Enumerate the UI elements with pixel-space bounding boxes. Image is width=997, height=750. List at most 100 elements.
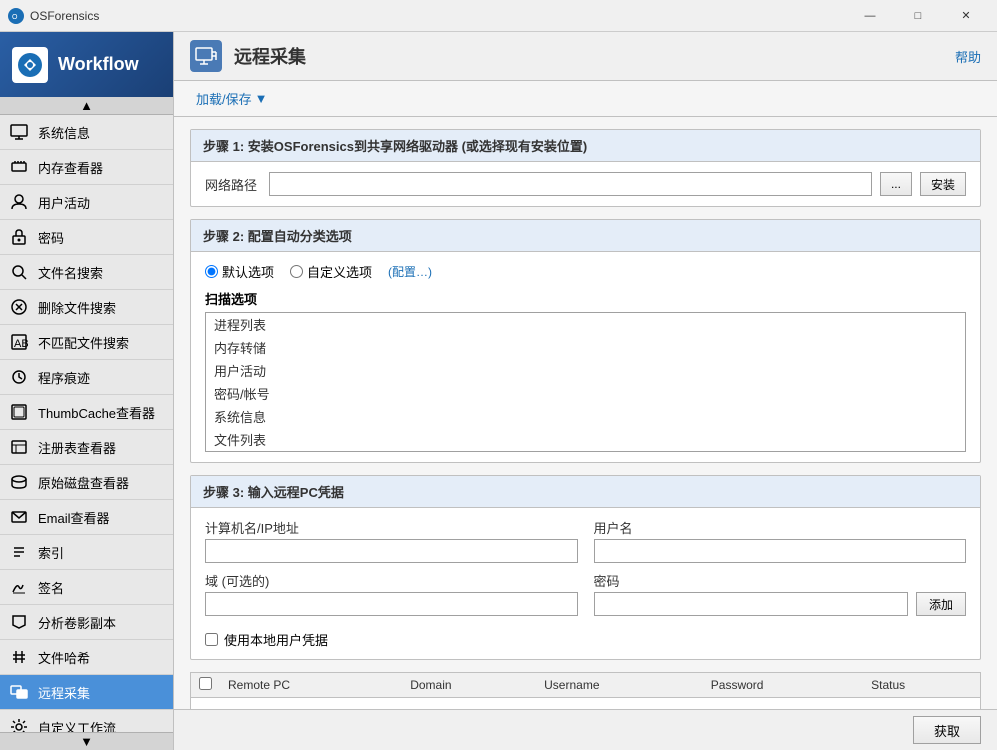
sidebar-item-label-analyze-copy: 分析卷影副本	[38, 613, 116, 632]
browse-button[interactable]: ...	[880, 172, 912, 196]
computer-name-label: 计算机名/IP地址	[205, 518, 578, 537]
sidebar-item-analyze-copy[interactable]: 分析卷影副本	[0, 605, 173, 640]
sidebar-item-label-file-hash: 文件哈希	[38, 648, 90, 667]
help-link[interactable]: 帮助	[955, 47, 981, 66]
network-path-label: 网络路径	[205, 175, 257, 194]
scan-option-item: 用户活动	[206, 359, 965, 382]
remote-icon	[8, 681, 30, 703]
sidebar-item-custom-workflow[interactable]: 自定义工作流	[0, 710, 173, 732]
sidebar-item-system-info[interactable]: 系统信息	[0, 115, 173, 150]
install-button[interactable]: 安装	[920, 172, 966, 196]
col-status: Status	[863, 673, 980, 698]
username-label: 用户名	[594, 518, 967, 537]
custom-radio-input[interactable]	[290, 265, 303, 278]
sidebar-item-label-custom-workflow: 自定义工作流	[38, 718, 116, 733]
sidebar-item-label-registry: 注册表查看器	[38, 438, 116, 457]
sidebar-item-thumbcache[interactable]: ThumbCache查看器	[0, 395, 173, 430]
local-credentials-checkbox-row[interactable]: 使用本地用户凭据	[205, 630, 966, 649]
custom-icon	[8, 716, 30, 732]
app-logo: O	[8, 8, 24, 24]
col-password: Password	[703, 673, 863, 698]
local-credentials-checkbox[interactable]	[205, 633, 218, 646]
config-link[interactable]: (配置…)	[388, 263, 432, 280]
custom-option-label: 自定义选项	[307, 262, 372, 281]
sidebar-header: Workflow	[0, 32, 173, 97]
sidebar-item-registry[interactable]: 注册表查看器	[0, 430, 173, 465]
col-remote-pc: Remote PC	[220, 673, 402, 698]
password-row: 添加	[594, 592, 967, 616]
col-username: Username	[536, 673, 703, 698]
sidebar-nav: 系统信息内存查看器用户活动密码文件名搜索删除文件搜索ABC不匹配文件搜索程序痕迹…	[0, 115, 173, 732]
default-radio-input[interactable]	[205, 265, 218, 278]
col-domain: Domain	[402, 673, 536, 698]
sidebar-item-label-filename-search: 文件名搜索	[38, 263, 103, 282]
sidebar-item-user-activity[interactable]: 用户活动	[0, 185, 173, 220]
sidebar-item-mismatch-files[interactable]: ABC不匹配文件搜索	[0, 325, 173, 360]
default-option-label: 默认选项	[222, 262, 274, 281]
step2-header: 步骤 2: 配置自动分类选项	[191, 220, 980, 252]
scan-options-label: 扫描选项	[205, 289, 966, 308]
step2-content: 默认选项 自定义选项 (配置…) 扫描选项 进程列表内存转储用户活动密码/帐号系…	[191, 252, 980, 462]
sidebar-item-process-trace[interactable]: 程序痕迹	[0, 360, 173, 395]
app-title: OSForensics	[30, 9, 847, 23]
select-all-checkbox[interactable]	[199, 677, 212, 690]
system-icon	[8, 121, 30, 143]
step1-header: 步骤 1: 安装OSForensics到共享网络驱动器 (或选择现有安装位置)	[191, 130, 980, 162]
sidebar-item-remote-acquire[interactable]: 远程采集	[0, 675, 173, 710]
password-label: 密码	[594, 571, 967, 590]
load-save-button[interactable]: 加载/保存 ▼	[190, 87, 274, 110]
password-field: 密码 添加	[594, 571, 967, 616]
scan-option-item: 系统信息	[206, 405, 965, 428]
sidebar-item-label-index: 索引	[38, 543, 64, 562]
add-button[interactable]: 添加	[916, 592, 966, 616]
domain-label: 域 (可选的)	[205, 571, 578, 590]
fetch-button[interactable]: 获取	[913, 716, 981, 744]
sidebar-item-file-hash[interactable]: 文件哈希	[0, 640, 173, 675]
sidebar-item-email[interactable]: Email查看器	[0, 500, 173, 535]
sidebar-item-memory-viewer[interactable]: 内存查看器	[0, 150, 173, 185]
computer-name-input[interactable]	[205, 539, 578, 563]
thumb-icon	[8, 401, 30, 423]
domain-input[interactable]	[205, 592, 578, 616]
hash-icon	[8, 646, 30, 668]
step2-section: 步骤 2: 配置自动分类选项 默认选项 自定义选项 (配置…) 扫描选项	[190, 219, 981, 463]
network-path-input[interactable]	[269, 172, 872, 196]
step3-section: 步骤 3: 输入远程PC凭据 计算机名/IP地址 用户名 域 (可选的)	[190, 475, 981, 660]
disk-icon	[8, 471, 30, 493]
sidebar-item-password[interactable]: 密码	[0, 220, 173, 255]
sidebar-scroll-up[interactable]: ▲	[0, 97, 173, 115]
content-scroll: 步骤 1: 安装OSForensics到共享网络驱动器 (或选择现有安装位置) …	[174, 117, 997, 709]
remote-pc-table: Remote PC Domain Username Password Statu…	[191, 673, 980, 709]
scan-options-box[interactable]: 进程列表内存转储用户活动密码/帐号系统信息文件列表删除文件列表前缀缓内容	[205, 312, 966, 452]
network-path-row: 网络路径 ... 安装	[205, 172, 966, 196]
password-input[interactable]	[594, 592, 908, 616]
password-icon	[8, 226, 30, 248]
sidebar-item-label-memory-viewer: 内存查看器	[38, 158, 103, 177]
sidebar-item-index[interactable]: 索引	[0, 535, 173, 570]
step1-content: 网络路径 ... 安装	[191, 162, 980, 206]
sidebar-item-label-signature: 签名	[38, 578, 64, 597]
sidebar: Workflow ▲ 系统信息内存查看器用户活动密码文件名搜索删除文件搜索ABC…	[0, 32, 174, 750]
sidebar-item-signature[interactable]: 签名	[0, 570, 173, 605]
scan-option-item: 文件列表	[206, 428, 965, 451]
username-input[interactable]	[594, 539, 967, 563]
svg-text:O: O	[12, 14, 18, 21]
sidebar-item-deleted-files[interactable]: 删除文件搜索	[0, 290, 173, 325]
content-area: 远程采集 帮助 加载/保存 ▼ 步骤 1: 安装OSForensics到共享网络…	[174, 32, 997, 750]
minimize-button[interactable]: —	[847, 0, 893, 32]
sidebar-item-filename-search[interactable]: 文件名搜索	[0, 255, 173, 290]
close-button[interactable]: ✕	[943, 0, 989, 32]
sidebar-item-raw-disk[interactable]: 原始磁盘查看器	[0, 465, 173, 500]
maximize-button[interactable]: □	[895, 0, 941, 32]
custom-option-radio[interactable]: 自定义选项	[290, 262, 372, 281]
step3-content: 计算机名/IP地址 用户名 域 (可选的) 密码	[191, 508, 980, 659]
computer-name-field: 计算机名/IP地址	[205, 518, 578, 563]
sig-icon	[8, 576, 30, 598]
toolbar: 加载/保存 ▼	[174, 81, 997, 117]
sidebar-item-label-password: 密码	[38, 228, 64, 247]
sidebar-item-label-mismatch-files: 不匹配文件搜索	[38, 333, 129, 352]
default-option-radio[interactable]: 默认选项	[205, 262, 274, 281]
sidebar-scroll-down[interactable]: ▼	[0, 732, 173, 750]
radio-row: 默认选项 自定义选项 (配置…)	[205, 262, 966, 281]
search-icon	[8, 261, 30, 283]
